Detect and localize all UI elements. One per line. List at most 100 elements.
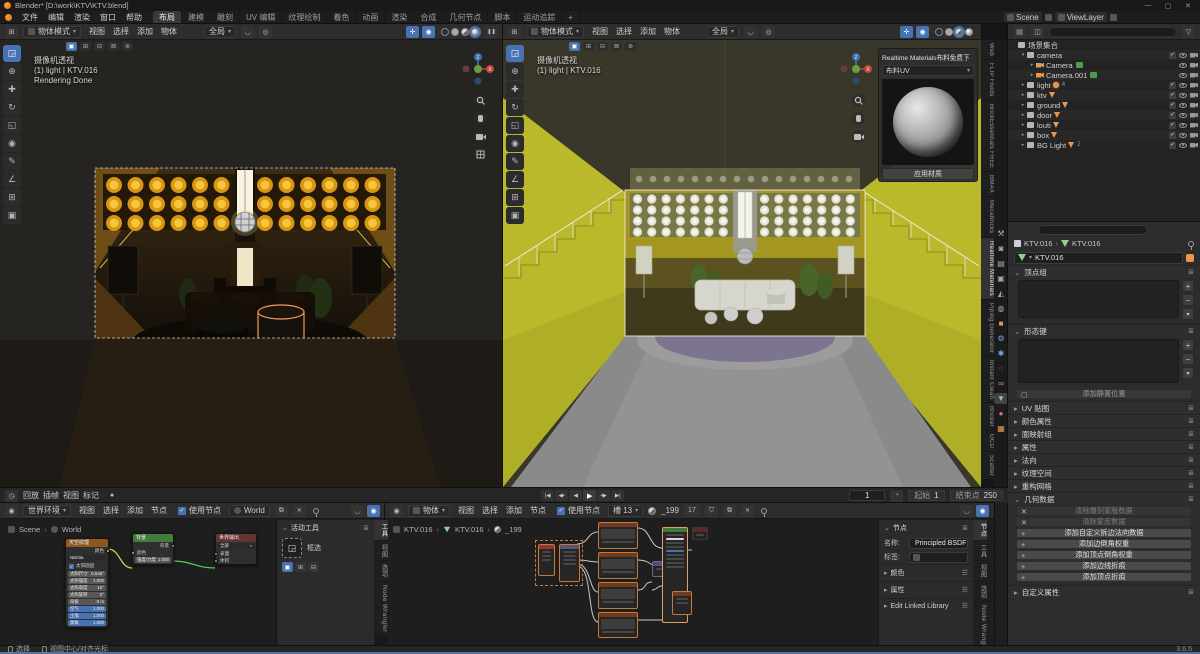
- properties-tab-constraints-icon[interactable]: ∞: [994, 378, 1008, 389]
- snap-icon[interactable]: ◡: [351, 504, 364, 517]
- viewlayer-selector[interactable]: ViewLayer: [1054, 12, 1107, 22]
- node-label-input[interactable]: [909, 551, 968, 563]
- outliner-row[interactable]: 场景集合: [1008, 40, 1200, 50]
- select-mode-invert-icon[interactable]: ⊠: [108, 42, 119, 51]
- users-count-badge[interactable]: 17: [683, 504, 700, 517]
- timeline-menu-item[interactable]: 回放: [23, 490, 39, 501]
- close-button[interactable]: ✕: [1180, 2, 1196, 10]
- select-box-tool-icon[interactable]: ◲: [506, 45, 524, 62]
- editor-sidebar-tab[interactable]: Node Wrangler: [374, 581, 388, 636]
- sidebar-tab[interactable]: Piping Generator: [981, 299, 994, 356]
- timeline-menu-item[interactable]: 标记: [83, 490, 99, 501]
- perspective-toggle-icon[interactable]: [474, 148, 487, 161]
- viewport-menu-item[interactable]: 选择: [110, 26, 132, 37]
- workspace-tab[interactable]: 布局: [153, 11, 182, 23]
- node-panel-section[interactable]: ▸ 属性 ☰: [879, 581, 973, 598]
- panel-header[interactable]: ▸ 纹理空间 ≣: [1008, 466, 1200, 479]
- viewport-menu-item[interactable]: 添加: [637, 26, 659, 37]
- exclude-checkbox[interactable]: ✓: [1169, 131, 1176, 139]
- node-field[interactable]: 太阳高度 15°: [68, 585, 106, 591]
- stopwatch-icon[interactable]: ◔: [890, 489, 904, 502]
- minimize-button[interactable]: —: [1140, 2, 1156, 9]
- editor-menu-item[interactable]: 添加: [124, 505, 146, 516]
- workspace-tab[interactable]: 渲染: [385, 11, 415, 23]
- viewport-menu-item[interactable]: 选择: [613, 26, 635, 37]
- node[interactable]: [672, 591, 692, 615]
- outliner-search-input[interactable]: [1049, 26, 1177, 37]
- editor-menu-item[interactable]: 添加: [503, 505, 525, 516]
- camera-view-icon[interactable]: [474, 130, 487, 143]
- snap-icon[interactable]: ◡: [960, 504, 973, 517]
- pan-hand-icon[interactable]: [852, 112, 865, 125]
- gizmo-toggle-icon[interactable]: ✛: [900, 25, 913, 38]
- disable-render-icon[interactable]: [1190, 122, 1198, 128]
- snap-magnet-icon[interactable]: ◡: [744, 25, 758, 38]
- use-nodes-checkbox[interactable]: ✓ 使用节点: [554, 504, 603, 517]
- solid-shading-icon[interactable]: [945, 27, 953, 36]
- exclude-checkbox[interactable]: ✓: [1169, 51, 1176, 59]
- menu-item[interactable]: 帮助: [121, 11, 147, 23]
- editor-type-icon[interactable]: ⊞: [508, 25, 521, 38]
- workspace-tab[interactable]: 脚本: [488, 11, 518, 23]
- orientation-dropdown[interactable]: 全局 ▾: [707, 25, 740, 38]
- exclude-checkbox[interactable]: ✓: [1169, 141, 1176, 149]
- editor-type-icon[interactable]: ⊞: [5, 25, 18, 38]
- timeline-menu-item[interactable]: 插帧: [43, 490, 59, 501]
- add-cube-tool-icon[interactable]: ⊞: [3, 189, 21, 206]
- scale-tool-icon[interactable]: ◱: [3, 117, 21, 134]
- zoom-icon[interactable]: [474, 94, 487, 107]
- remove-shape-key-button[interactable]: −: [1182, 353, 1194, 365]
- expand-caret-icon[interactable]: ▸: [1028, 72, 1036, 78]
- properties-search-input[interactable]: [1038, 225, 1148, 235]
- outliner-row[interactable]: ▸ BG Light 2 ✓: [1008, 140, 1200, 150]
- viewport-menu-item[interactable]: 物体: [158, 26, 180, 37]
- use-nodes-checkbox[interactable]: ✓ 使用节点: [175, 504, 224, 517]
- shape-keys-panel-header[interactable]: ⌄ 形态键 ≣: [1008, 324, 1200, 337]
- auto-keying-record-icon[interactable]: ●: [110, 492, 114, 499]
- menu-item[interactable]: 渲染: [69, 11, 95, 23]
- workspace-tab[interactable]: 运动追踪: [517, 11, 563, 23]
- breadcrumb-data[interactable]: KTV.016: [1072, 239, 1101, 248]
- panel-header[interactable]: ▸ 颜色属性 ≣: [1008, 414, 1200, 427]
- annotate-tool-icon[interactable]: ✎: [3, 153, 21, 170]
- overlay-icon[interactable]: ◉: [976, 504, 989, 517]
- shape-keys-list[interactable]: [1018, 339, 1179, 383]
- play-button[interactable]: ▶: [583, 490, 597, 501]
- sidebar-tab[interactable]: Web: [981, 40, 994, 60]
- expand-caret-icon[interactable]: ▸: [1019, 92, 1027, 98]
- orientation-dropdown[interactable]: 全局 ▾: [204, 25, 237, 38]
- workspace-tab[interactable]: UV 编辑: [240, 11, 283, 23]
- node[interactable]: [538, 544, 555, 576]
- pin-icon[interactable]: [760, 507, 767, 517]
- exclude-checkbox[interactable]: ✓: [1169, 81, 1176, 89]
- sidebar-tab[interactable]: Scatter: [981, 452, 994, 480]
- outliner-row[interactable]: ▸ box ✓: [1008, 130, 1200, 140]
- material-shading-icon[interactable]: [953, 25, 965, 38]
- menu-item[interactable]: 窗口: [95, 11, 121, 23]
- expand-caret-icon[interactable]: ▸: [1019, 122, 1027, 128]
- properties-tab-object-data-icon[interactable]: ▼: [994, 393, 1008, 404]
- disable-render-icon[interactable]: [1190, 62, 1198, 68]
- gizmo-toggle-icon[interactable]: ✛: [406, 25, 419, 38]
- add-vertex-group-button[interactable]: +: [1182, 280, 1194, 292]
- rotate-tool-icon[interactable]: ↻: [3, 99, 21, 116]
- sidebar-tab[interactable]: Realtime Materials: [981, 237, 994, 299]
- scene-selector[interactable]: Scene: [1004, 12, 1042, 22]
- disable-render-icon[interactable]: [1190, 142, 1198, 148]
- select-mode-subtract-icon[interactable]: ⊟: [94, 42, 105, 51]
- hide-eye-icon[interactable]: [1179, 142, 1187, 148]
- editor-type-icon[interactable]: ◉: [390, 504, 403, 517]
- sidebar-tab[interactable]: FLIP Fluids: [981, 60, 994, 100]
- expand-caret-icon[interactable]: ▸: [1028, 62, 1036, 68]
- outliner-filter-icon[interactable]: ◫: [1031, 25, 1044, 38]
- editor-menu-item[interactable]: 视图: [76, 505, 98, 516]
- viewport-menu-item[interactable]: 视图: [589, 26, 611, 37]
- select-mode-intersect-icon[interactable]: ⊗: [122, 42, 133, 51]
- navigation-gizmo[interactable]: Z X: [839, 52, 873, 86]
- unlink-datablock-icon[interactable]: ✕: [740, 504, 754, 517]
- properties-tab-modifiers-icon[interactable]: ⚙: [994, 333, 1008, 344]
- sidebar-tab[interactable]: BMAX: [981, 172, 994, 197]
- wireframe-shading-icon[interactable]: [935, 27, 943, 36]
- hide-eye-icon[interactable]: [1179, 102, 1187, 108]
- outliner-row[interactable]: ▸ ground ✓: [1008, 100, 1200, 110]
